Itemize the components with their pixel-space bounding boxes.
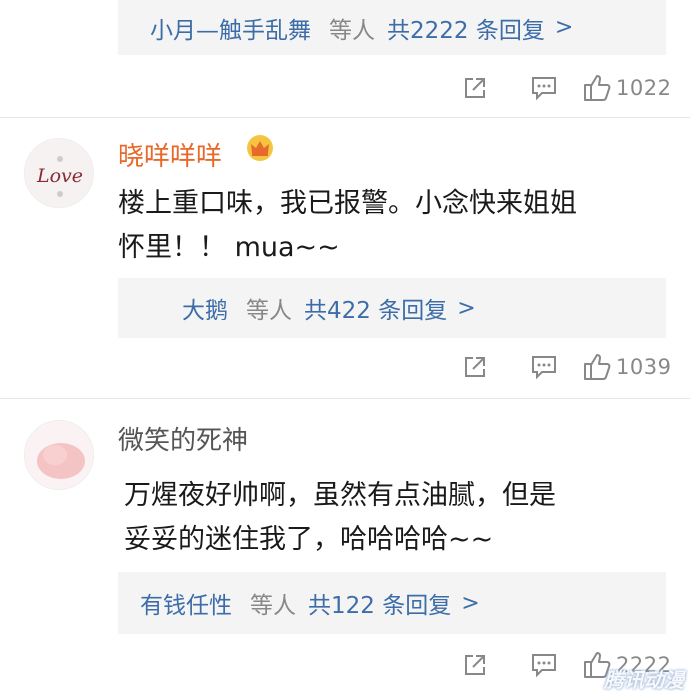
reply-summary[interactable]: 大鹅 等人 共422 条回复 >	[118, 278, 666, 338]
comment-actions: 1022	[0, 68, 690, 108]
divider	[0, 117, 690, 118]
reply-count-label[interactable]: 共2222 条回复	[387, 11, 545, 45]
username[interactable]: 晓咩咩咩	[118, 136, 222, 173]
comment-icon[interactable]	[530, 645, 558, 685]
reply-summary[interactable]: 小月—触手乱舞 等人 共2222 条回复 >	[118, 0, 666, 55]
share-icon[interactable]	[462, 347, 488, 387]
share-icon[interactable]	[462, 645, 488, 685]
comment-actions: 2222	[0, 645, 690, 685]
comment-body: 万煋夜好帅啊，虽然有点油腻，但是 妥妥的迷住我了，哈哈哈哈~~	[124, 474, 556, 562]
crown-icon	[245, 134, 275, 166]
like-button[interactable]: 1039	[582, 347, 671, 387]
thumbs-up-icon	[582, 352, 612, 382]
like-count: 1022	[616, 76, 672, 100]
share-icon[interactable]	[462, 68, 488, 108]
thumbs-up-icon	[582, 73, 612, 103]
username[interactable]: 微笑的死神	[118, 420, 248, 457]
comment-actions: 1039	[0, 347, 690, 387]
comment-icon[interactable]	[530, 68, 558, 108]
reply-etc-label: 等人	[329, 17, 375, 44]
avatar-text: Love	[36, 165, 83, 187]
comment-line: 楼上重口味，我已报警。小念快来姐姐	[118, 188, 577, 219]
comment-body: 楼上重口味，我已报警。小念快来姐姐 怀里！！ mua~~	[118, 182, 577, 270]
reply-summary[interactable]: 有钱任性 等人 共122 条回复 >	[118, 572, 666, 634]
reply-etc-label: 等人	[246, 298, 292, 324]
reply-etc-label: 等人	[250, 593, 296, 619]
chevron-right-icon: >	[457, 295, 476, 321]
avatar[interactable]: Love	[24, 138, 94, 208]
comment-line: 妥妥的迷住我了，哈哈哈哈~~	[124, 524, 494, 555]
chevron-right-icon: >	[461, 590, 480, 616]
avatar[interactable]	[24, 420, 94, 490]
watermark-logo: 腾讯动漫	[604, 668, 684, 692]
comment-line: 万煋夜好帅啊，虽然有点油腻，但是	[124, 480, 556, 511]
reply-count-label[interactable]: 共122 条回复	[308, 586, 451, 620]
divider	[0, 398, 690, 399]
reply-author-name[interactable]: 有钱任性	[140, 586, 232, 620]
like-count: 1039	[616, 355, 672, 379]
comment-icon[interactable]	[530, 347, 558, 387]
reply-count-label[interactable]: 共422 条回复	[304, 291, 447, 325]
reply-author-name[interactable]: 大鹅	[182, 291, 228, 325]
reply-author-name[interactable]: 小月—触手乱舞	[150, 11, 311, 45]
comment-line: 怀里！！ mua~~	[118, 232, 340, 263]
chevron-right-icon: >	[554, 15, 574, 40]
like-button[interactable]: 1022	[582, 68, 671, 108]
